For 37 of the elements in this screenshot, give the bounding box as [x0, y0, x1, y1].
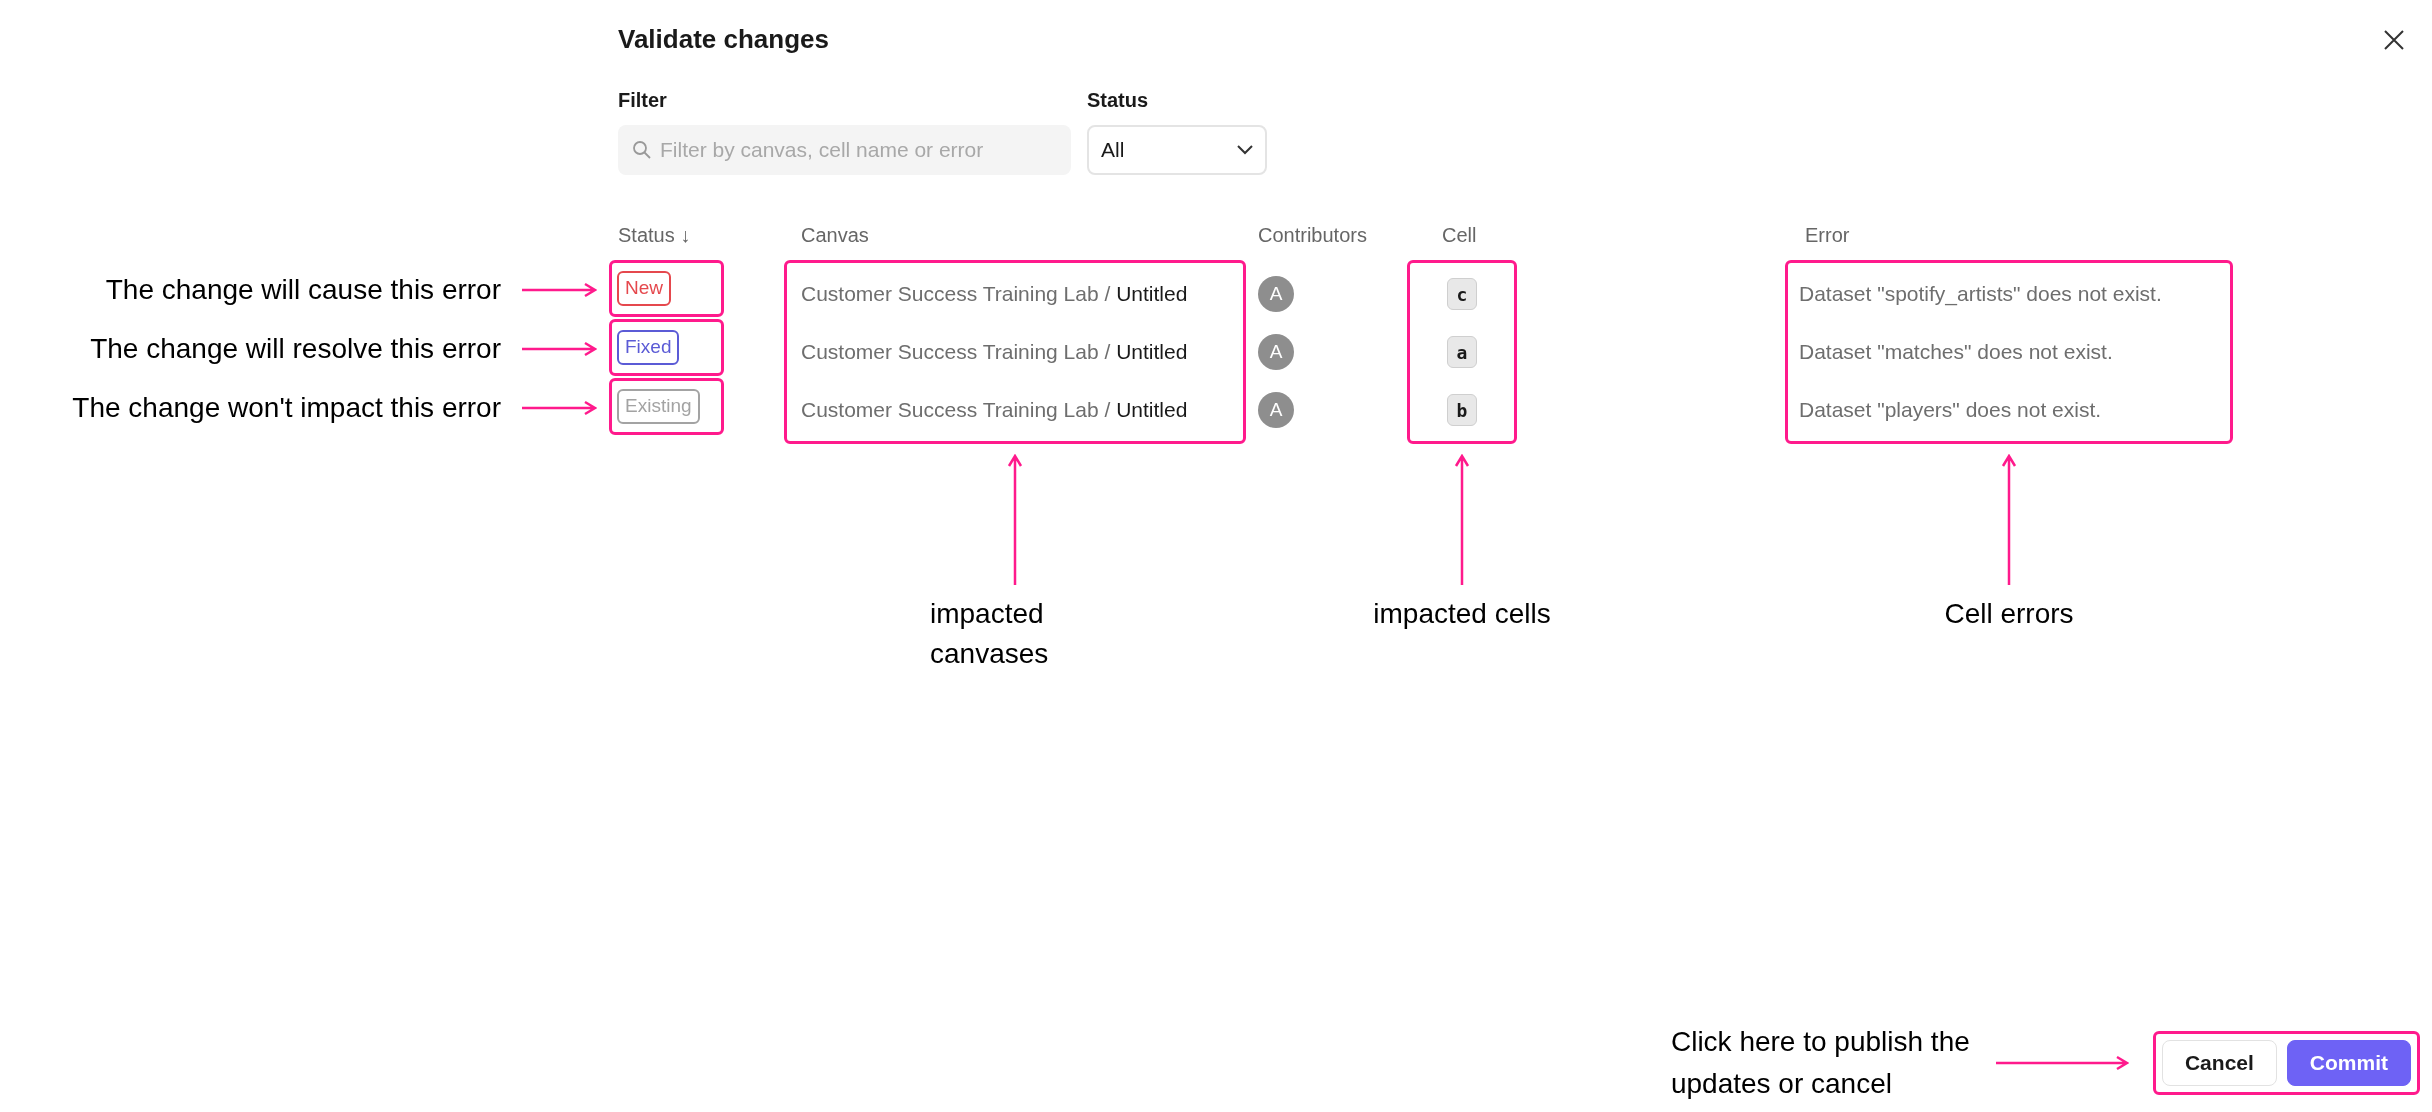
annotation-text: Cell errors — [1944, 597, 2074, 631]
column-header: Cell — [1441, 223, 1478, 248]
annotation-text: The change will cause this error — [105, 272, 501, 307]
close-icon — [2383, 28, 2405, 51]
status-badge: Existing — [617, 389, 700, 424]
column-header: Contributors — [1258, 223, 1368, 248]
column-header: Canvas — [800, 223, 870, 248]
dialog-title: Validate changes — [618, 23, 829, 56]
table-cell-text: Dataset "matches" does not exist. — [1799, 339, 2114, 366]
status-badge: Fixed — [617, 330, 680, 365]
field-label: Status — [1087, 88, 1150, 113]
commit-button[interactable]: Commit — [2286, 1040, 2411, 1086]
status-dropdown[interactable]: All — [1087, 125, 1267, 175]
search-field[interactable]: Filter by canvas, cell name or error — [618, 125, 1071, 175]
status-badge: New — [617, 271, 671, 306]
table-cell-text: Customer Success Training Lab / Untitled — [801, 281, 1189, 307]
cancel-button[interactable]: Cancel — [2161, 1040, 2277, 1086]
annotation-text: Click here to publish the updates or cancel — [1670, 1025, 1971, 1101]
annotation-text: The change will resolve this error — [90, 331, 501, 366]
cell-chip: c — [1447, 278, 1477, 310]
cell-chip: b — [1447, 394, 1477, 426]
avatar: A — [1258, 392, 1294, 428]
annotation-text: impacted canvases — [930, 597, 1050, 671]
search-icon — [632, 140, 652, 160]
table-cell-text: Customer Success Training Lab / Untitled — [801, 339, 1189, 365]
cell-chip: a — [1447, 336, 1477, 368]
chevron-down-icon — [1237, 145, 1253, 155]
column-header: Status ↓ — [617, 223, 692, 248]
annotation-text: The change won't impact this error — [72, 390, 501, 425]
table-cell-text: Customer Success Training Lab / Untitled — [801, 397, 1189, 423]
avatar: A — [1258, 276, 1294, 312]
field-label: Filter — [618, 88, 668, 113]
table-cell-text: Dataset "players" does not exist. — [1799, 397, 2103, 424]
column-header: Error — [1804, 223, 1851, 248]
table-cell-text: Dataset "spotify_artists" does not exist. — [1799, 281, 2163, 308]
annotation-text: impacted cells — [1373, 597, 1551, 631]
avatar: A — [1258, 334, 1294, 370]
